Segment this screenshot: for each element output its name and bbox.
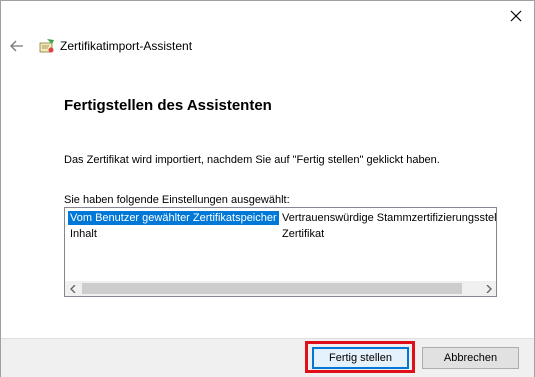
setting-value: Zertifikat <box>282 228 325 240</box>
close-icon <box>510 10 522 22</box>
page-heading: Fertigstellen des Assistenten <box>64 97 272 114</box>
horizontal-scrollbar[interactable] <box>65 281 496 296</box>
certificate-wizard-icon <box>39 39 54 53</box>
setting-key: Inhalt <box>70 228 97 240</box>
description-text: Das Zertifikat wird importiert, nachdem … <box>64 154 440 166</box>
finish-button[interactable]: Fertig stellen <box>312 347 409 369</box>
close-button[interactable] <box>504 5 528 27</box>
chevron-right-icon <box>486 284 492 293</box>
cancel-button[interactable]: Abbrechen <box>422 347 519 369</box>
wizard-window: Zertifikatimport-Assistent Fertigstellen… <box>0 0 535 377</box>
list-item[interactable]: Vom Benutzer gewählter Zertifikatspeiche… <box>65 210 496 226</box>
scroll-left-button[interactable] <box>65 281 80 296</box>
chevron-left-icon <box>69 284 75 293</box>
list-item[interactable]: Inhalt Zertifikat <box>65 226 496 242</box>
settings-list[interactable]: Vom Benutzer gewählter Zertifikatspeiche… <box>64 207 497 297</box>
scrollbar-thumb[interactable] <box>82 283 462 294</box>
window-title: Zertifikatimport-Assistent <box>60 39 193 53</box>
back-button[interactable] <box>7 36 27 56</box>
back-arrow-icon <box>10 40 23 52</box>
scroll-right-button[interactable] <box>481 281 496 296</box>
setting-value: Vertrauenswürdige Stammzertifizierungsst… <box>282 212 497 224</box>
settings-label: Sie haben folgende Einstellungen ausgewä… <box>64 194 290 206</box>
setting-key: Vom Benutzer gewählter Zertifikatspeiche… <box>68 211 279 225</box>
